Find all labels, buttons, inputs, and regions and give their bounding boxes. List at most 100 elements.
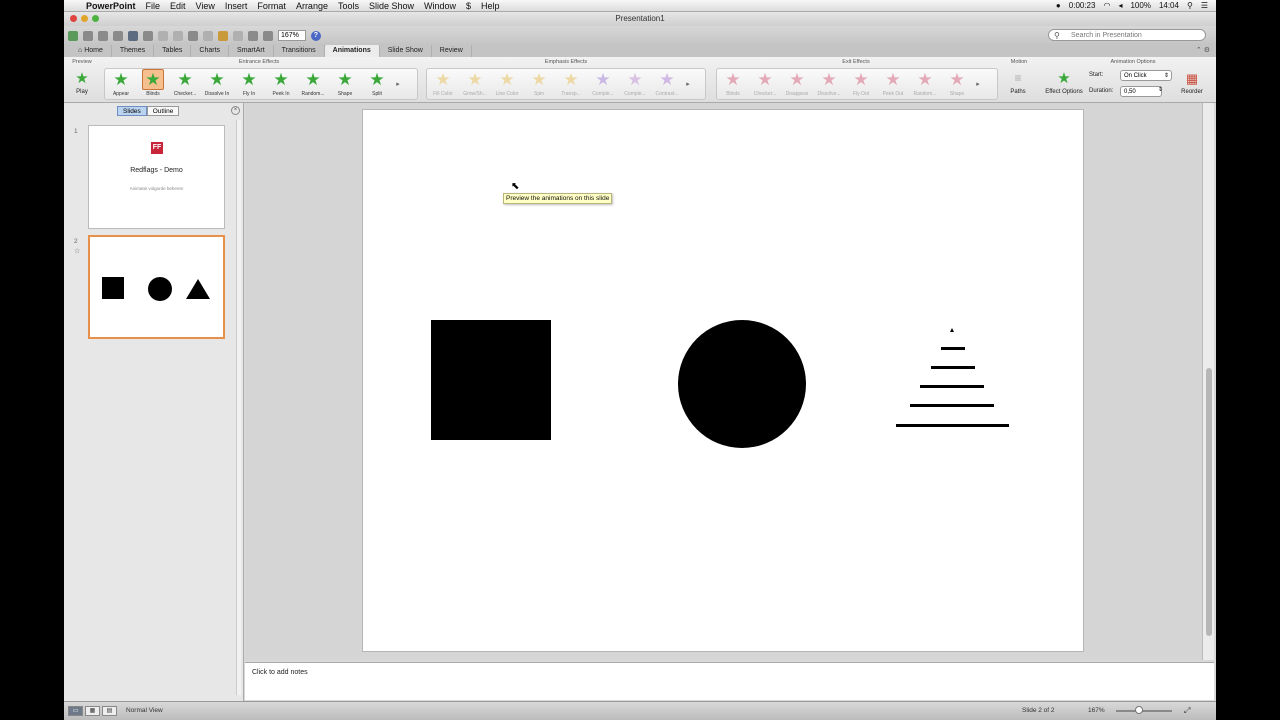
effect-transparency[interactable]: ★ Transp... <box>555 69 587 101</box>
effect-contrasting[interactable]: ★ Contrast... <box>651 69 683 101</box>
normal-view-button[interactable]: ▭ <box>68 706 83 716</box>
effect-complementary-2[interactable]: ★ Comple... <box>619 69 651 101</box>
slide-thumbnail-2[interactable] <box>88 235 225 339</box>
start-dropdown[interactable]: On Click ⇕ <box>1120 70 1172 81</box>
triangle-shape-blinds[interactable] <box>893 326 1011 430</box>
menu-file[interactable]: File <box>146 0 161 12</box>
gallery-icon[interactable] <box>83 30 93 41</box>
tab-slide-show[interactable]: Slide Show <box>380 45 432 57</box>
effect-checkerboard[interactable]: ★ Checker... <box>169 69 201 101</box>
gallery-more-icon[interactable]: ▸ <box>393 69 403 99</box>
tab-review[interactable]: Review <box>432 45 472 57</box>
close-window-icon[interactable] <box>70 15 77 22</box>
clock[interactable]: 14:04 <box>1159 0 1179 12</box>
slide-sorter-button[interactable]: ▦ <box>85 706 100 716</box>
ribbon-collapse-icon[interactable]: ⌃ ⚙ <box>1196 45 1210 57</box>
list-icon[interactable]: ☰ <box>1201 0 1208 12</box>
tab-animations[interactable]: Animations <box>324 45 380 57</box>
effect-grow-shrink[interactable]: ★ Grow/Sh... <box>459 69 491 101</box>
app-menu[interactable]: PowerPoint <box>86 0 136 12</box>
duration-field[interactable]: 0,50 <box>1120 86 1162 97</box>
slides-pane-scrollbar[interactable] <box>236 120 241 695</box>
redo-icon[interactable] <box>233 30 243 41</box>
effect-spin[interactable]: ★ Spin <box>523 69 555 101</box>
tab-themes[interactable]: Themes <box>112 45 155 57</box>
effect-fly-out[interactable]: ★ Fly Out <box>845 69 877 101</box>
square-shape[interactable] <box>431 320 551 440</box>
effect-exit-blinds[interactable]: ★ Blinds <box>717 69 749 101</box>
print-icon[interactable] <box>143 30 153 41</box>
effect-complementary-1[interactable]: ★ Comple... <box>587 69 619 101</box>
slide-thumbnail-1[interactable]: FF Redflags - Demo Animatie volgorde beh… <box>88 125 225 229</box>
slide-canvas[interactable] <box>362 109 1084 652</box>
zoom-slider-knob[interactable] <box>1135 706 1143 714</box>
menu-format[interactable]: Format <box>257 0 286 12</box>
minimize-window-icon[interactable] <box>81 15 88 22</box>
open-icon[interactable] <box>113 30 123 41</box>
save-icon[interactable] <box>128 30 138 41</box>
menu-arrange[interactable]: Arrange <box>296 0 328 12</box>
tab-slides[interactable]: Slides <box>117 106 147 116</box>
tab-smartart[interactable]: SmartArt <box>229 45 274 57</box>
effect-exit-random[interactable]: ★ Random... <box>909 69 941 101</box>
close-pane-icon[interactable]: × <box>231 106 240 115</box>
editing-scrollbar-thumb[interactable] <box>1206 368 1212 636</box>
effect-dissolve-out[interactable]: ★ Dissolve... <box>813 69 845 101</box>
undo-icon[interactable] <box>218 30 228 41</box>
reorder-button[interactable]: ▦ Reorder <box>1178 68 1206 95</box>
effect-random-bars[interactable]: ★ Random... <box>297 69 329 101</box>
spotlight-icon[interactable]: ⚲ <box>1187 0 1193 12</box>
effect-peek-in[interactable]: ★ Peek In <box>265 69 297 101</box>
paths-button[interactable]: ≡ Paths <box>1006 68 1030 95</box>
new-icon[interactable] <box>68 30 78 41</box>
timer-icon[interactable]: ● <box>1056 0 1061 12</box>
effect-disappear[interactable]: ★ Disappear <box>781 69 813 101</box>
tab-charts[interactable]: Charts <box>191 45 230 57</box>
paste-icon[interactable] <box>188 30 198 41</box>
script-menu-icon[interactable]: $ <box>466 0 471 12</box>
zoom-slider[interactable] <box>1116 710 1172 712</box>
effect-options-button[interactable]: ★ Effect Options <box>1042 68 1086 95</box>
fit-to-window-icon[interactable]: ⤢ <box>1184 706 1190 716</box>
play-button[interactable]: ★ Play <box>70 68 94 95</box>
wifi-icon[interactable]: ◠ <box>1103 0 1110 12</box>
zoom-window-icon[interactable] <box>92 15 99 22</box>
copy-icon[interactable] <box>173 30 183 41</box>
notes-pane[interactable]: Click to add notes <box>245 662 1214 700</box>
gallery-more-icon[interactable]: ▸ <box>683 69 693 99</box>
menu-insert[interactable]: Insert <box>225 0 248 12</box>
tab-outline[interactable]: Outline <box>146 106 180 116</box>
timer-display[interactable]: 0:00:23 <box>1069 0 1096 12</box>
effect-blinds[interactable]: ★ Blinds <box>137 69 169 101</box>
effect-fly-in[interactable]: ★ Fly In <box>233 69 265 101</box>
format-painter-icon[interactable] <box>203 30 213 41</box>
templates-icon[interactable] <box>98 30 108 41</box>
slide-show-button[interactable]: ▤ <box>102 706 117 716</box>
menu-tools[interactable]: Tools <box>338 0 359 12</box>
tab-tables[interactable]: Tables <box>154 45 192 57</box>
effect-exit-shape[interactable]: ★ Shape <box>941 69 973 101</box>
media-icon[interactable] <box>263 30 273 41</box>
menu-help[interactable]: Help <box>481 0 500 12</box>
effect-fill-color[interactable]: ★ Fill Color <box>427 69 459 101</box>
slide-icon[interactable] <box>248 30 258 41</box>
circle-shape[interactable] <box>678 320 806 448</box>
gallery-more-icon[interactable]: ▸ <box>973 69 983 99</box>
effect-split[interactable]: ★ Split <box>361 69 393 101</box>
battery-percent[interactable]: 100% <box>1130 0 1150 12</box>
menu-view[interactable]: View <box>196 0 215 12</box>
tab-transitions[interactable]: Transitions <box>274 45 325 57</box>
volume-icon[interactable]: ◂ <box>1118 0 1122 12</box>
search-field[interactable]: ⚲ Search in Presentation <box>1048 29 1206 41</box>
editing-scrollbar[interactable] <box>1202 103 1214 660</box>
duration-stepper[interactable]: ⇕ <box>1158 86 1163 93</box>
effect-dissolve-in[interactable]: ★ Dissolve In <box>201 69 233 101</box>
help-icon[interactable]: ? <box>310 30 321 41</box>
tab-home[interactable]: ⌂ Home <box>70 45 112 57</box>
menu-edit[interactable]: Edit <box>170 0 186 12</box>
zoom-dropdown[interactable]: 167% <box>278 30 306 41</box>
effect-peek-out[interactable]: ★ Peek Out <box>877 69 909 101</box>
menu-slide-show[interactable]: Slide Show <box>369 0 414 12</box>
effect-line-color[interactable]: ★ Line Color <box>491 69 523 101</box>
effect-exit-checkerboard[interactable]: ★ Checker... <box>749 69 781 101</box>
